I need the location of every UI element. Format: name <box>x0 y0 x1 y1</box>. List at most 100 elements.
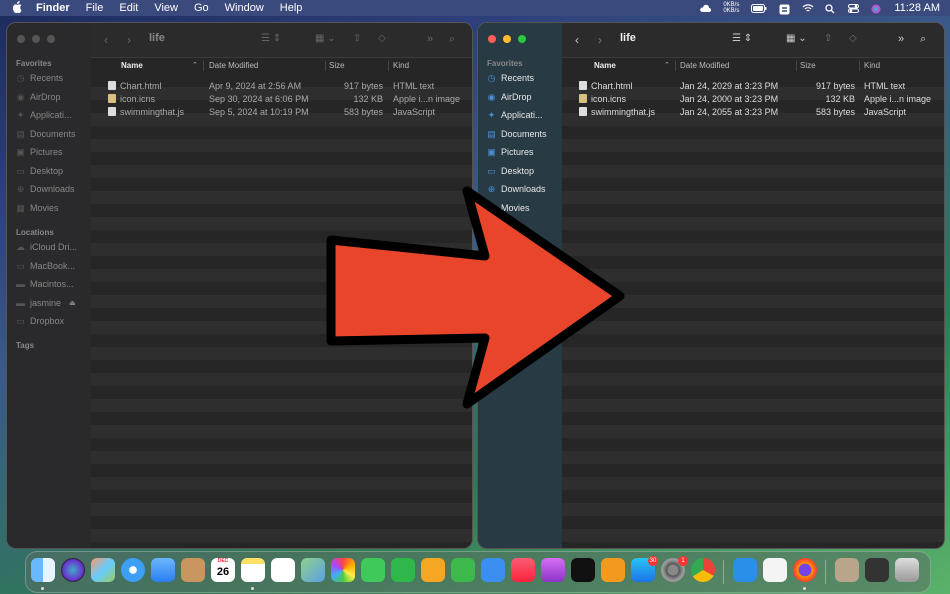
sidebar-item-macbook[interactable]: ▭ MacBook... <box>16 261 75 271</box>
group-icon[interactable]: ▦ ⌄ <box>315 33 336 44</box>
weather-icon[interactable] <box>700 4 712 13</box>
sidebar-item-pictures[interactable]: ▣ Pictures <box>16 147 62 157</box>
photos-icon[interactable] <box>331 558 355 582</box>
table-row[interactable]: swimmingthat.js Jan 24, 2055 at 3:23 PM … <box>562 106 944 119</box>
search-icon[interactable] <box>825 3 836 13</box>
menu-go[interactable]: Go <box>194 2 209 14</box>
table-row[interactable]: swimmingthat.js Sep 5, 2024 at 10:19 PM … <box>91 106 472 119</box>
group-icon[interactable]: ▦ ⌄ <box>786 33 807 44</box>
forward-icon[interactable]: › <box>127 33 131 47</box>
maps-icon[interactable] <box>301 558 325 582</box>
messages-icon[interactable] <box>361 558 385 582</box>
share-icon[interactable]: ⇧ <box>353 33 361 44</box>
menu-view[interactable]: View <box>154 2 178 14</box>
launchpad-icon[interactable] <box>91 558 115 582</box>
finder-icon[interactable] <box>31 558 55 582</box>
back-icon[interactable]: ‹ <box>575 33 579 47</box>
sidebar-item-pictures[interactable]: ▣ Pictures <box>487 147 533 157</box>
sidebar-item-desktop[interactable]: ▭ Desktop <box>487 166 534 176</box>
numbers-icon[interactable] <box>451 558 475 582</box>
column-size[interactable]: Size <box>329 61 345 70</box>
screen-icon[interactable] <box>865 558 889 582</box>
column-name[interactable]: Name <box>594 61 616 70</box>
control-center-icon[interactable] <box>848 3 860 13</box>
column-divider[interactable] <box>796 61 797 71</box>
sidebar-item-jasmine[interactable]: ▬ jasmine ⏏ <box>16 298 76 308</box>
menu-file[interactable]: File <box>86 2 104 14</box>
column-date[interactable]: Date Modified <box>680 61 729 70</box>
column-divider[interactable] <box>203 61 204 71</box>
back-icon[interactable]: ‹ <box>104 33 108 47</box>
tag-icon[interactable]: ◇ <box>849 33 857 44</box>
close-button[interactable] <box>488 35 496 43</box>
column-size[interactable]: Size <box>800 61 816 70</box>
trash-icon[interactable] <box>895 558 919 582</box>
column-kind[interactable]: Kind <box>393 61 409 70</box>
chrome-icon[interactable] <box>691 558 715 582</box>
reminders-icon[interactable] <box>271 558 295 582</box>
more-icon[interactable]: » <box>898 33 904 45</box>
close-button[interactable] <box>17 35 25 43</box>
clock[interactable]: 11:28 AM <box>894 2 940 14</box>
contacts-icon[interactable] <box>181 558 205 582</box>
zoom-button[interactable] <box>518 35 526 43</box>
column-divider[interactable] <box>859 61 860 71</box>
tv-icon[interactable] <box>571 558 595 582</box>
eject-icon[interactable]: ⏏ <box>69 299 76 307</box>
textedit-icon[interactable] <box>763 558 787 582</box>
sidebar-item-airdrop[interactable]: ◉ AirDrop <box>16 92 61 102</box>
battery-icon[interactable] <box>751 3 767 13</box>
list-view-icon[interactable]: ☰ ⇕ <box>732 33 752 44</box>
sidebar-item-recents[interactable]: ◷ Recents <box>16 73 63 83</box>
menu-edit[interactable]: Edit <box>119 2 138 14</box>
vscode-icon[interactable] <box>733 558 757 582</box>
sidebar-item-applications[interactable]: ✦ Applicati... <box>16 110 72 120</box>
column-kind[interactable]: Kind <box>864 61 880 70</box>
mail-icon[interactable] <box>151 558 175 582</box>
network-speed[interactable]: 0KB/s 0KB/s <box>723 2 739 14</box>
siri-icon[interactable] <box>871 4 882 13</box>
sidebar-item-recents[interactable]: ◷ Recents <box>487 73 534 83</box>
minimize-button[interactable] <box>32 35 40 43</box>
sidebar-item-documents[interactable]: ▤ Documents <box>16 129 75 139</box>
sidebar-item-dropbox[interactable]: ▭ Dropbox <box>16 316 64 326</box>
share-icon[interactable]: ⇧ <box>824 33 832 44</box>
sidebar-item-icloud[interactable]: ☁ iCloud Dri... <box>16 242 77 252</box>
table-row[interactable]: icon.icns Sep 30, 2024 at 6:06 PM 132 KB… <box>91 93 472 106</box>
sidebar-item-applications[interactable]: ✦ Applicati... <box>487 110 543 120</box>
zoom-button[interactable] <box>47 35 55 43</box>
sidebar-item-macintosh[interactable]: ▬ Macintos... <box>16 279 74 289</box>
table-row[interactable]: icon.icns Jan 24, 2000 at 3:23 PM 132 KB… <box>562 93 944 106</box>
archive-icon[interactable] <box>835 558 859 582</box>
search-icon[interactable]: ⌕ <box>449 33 455 46</box>
notes-icon[interactable] <box>241 558 265 582</box>
wifi-icon[interactable] <box>802 3 814 13</box>
apple-menu-icon[interactable] <box>12 0 26 16</box>
menu-finder[interactable]: Finder <box>36 2 70 14</box>
column-date[interactable]: Date Modified <box>209 61 258 70</box>
column-divider[interactable] <box>675 61 676 71</box>
s-app-icon[interactable] <box>779 4 790 14</box>
sidebar-item-movies[interactable]: ▦ Movies <box>16 203 58 213</box>
table-row[interactable]: Chart.html Apr 9, 2024 at 2:56 AM 917 by… <box>91 80 472 93</box>
search-icon[interactable]: ⌕ <box>920 33 926 46</box>
calendar-icon[interactable]: DEC 26 <box>211 558 235 582</box>
sidebar-item-documents[interactable]: ▤ Documents <box>487 129 546 139</box>
podcasts-icon[interactable] <box>541 558 565 582</box>
sidebar-item-airdrop[interactable]: ◉ AirDrop <box>487 92 532 102</box>
menu-window[interactable]: Window <box>225 2 264 14</box>
pages-icon[interactable] <box>421 558 445 582</box>
more-icon[interactable]: » <box>427 33 433 45</box>
tag-icon[interactable]: ◇ <box>378 33 386 44</box>
music-icon[interactable] <box>511 558 535 582</box>
table-row[interactable]: Chart.html Jan 24, 2029 at 3:23 PM 917 b… <box>562 80 944 93</box>
column-divider[interactable] <box>388 61 389 71</box>
books-icon[interactable] <box>601 558 625 582</box>
siri-icon[interactable] <box>61 558 85 582</box>
list-view-icon[interactable]: ☰ ⇕ <box>261 33 281 44</box>
facetime-icon[interactable] <box>391 558 415 582</box>
safari-icon[interactable] <box>121 558 145 582</box>
keynote-icon[interactable] <box>481 558 505 582</box>
firefox-icon[interactable] <box>793 558 817 582</box>
minimize-button[interactable] <box>503 35 511 43</box>
